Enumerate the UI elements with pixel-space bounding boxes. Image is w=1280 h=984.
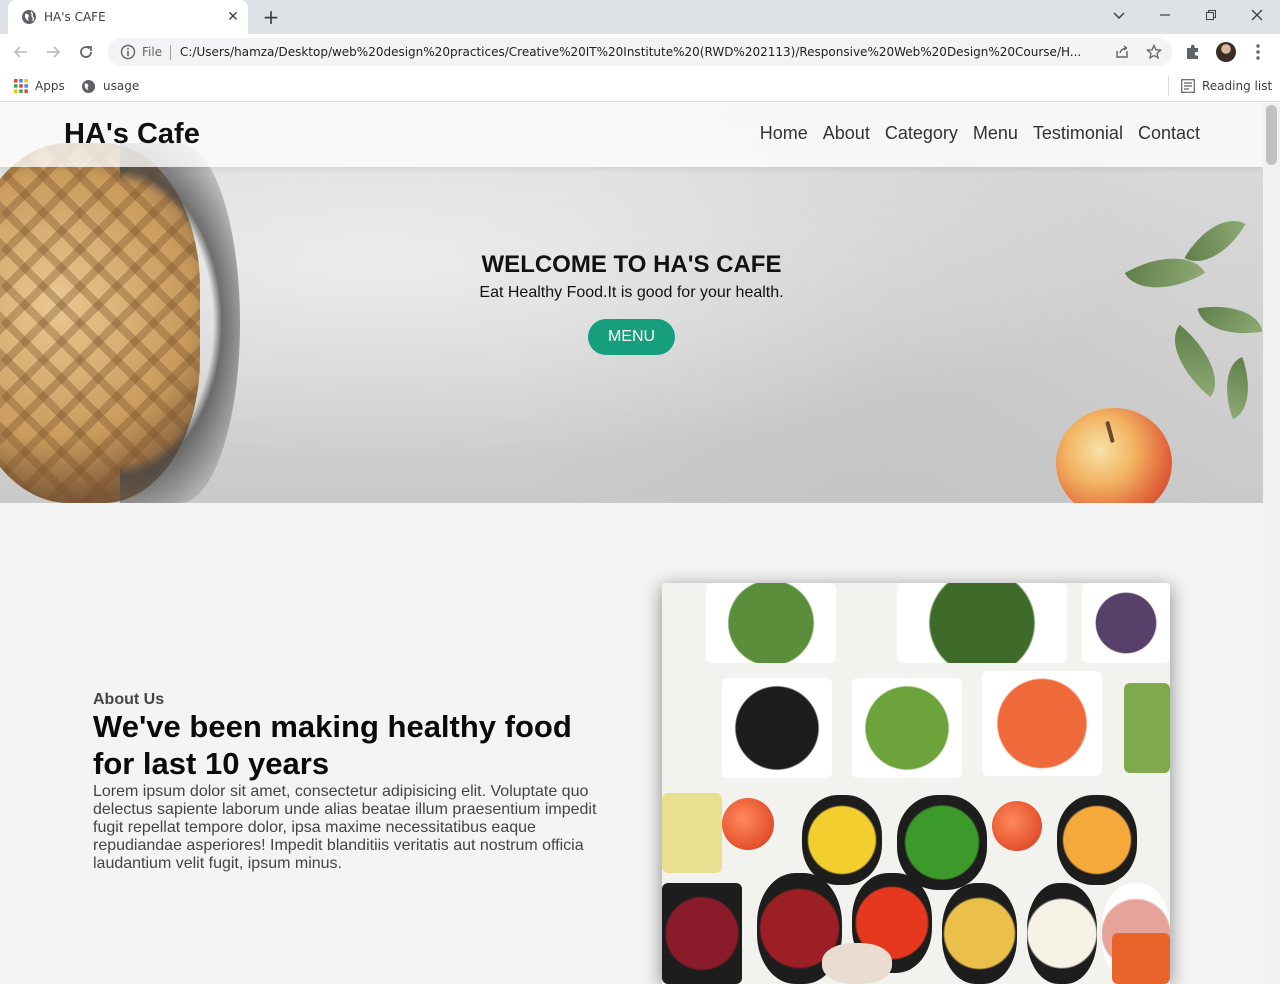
reading-list-icon xyxy=(1181,79,1195,93)
share-icon[interactable] xyxy=(1114,44,1130,60)
about-subtitle: About Us xyxy=(93,691,165,708)
nav-links: Home About Category Menu Testimonial Con… xyxy=(760,123,1200,144)
leaf-image xyxy=(1213,357,1262,419)
reading-list-button[interactable]: Reading list xyxy=(1181,77,1272,95)
bookmarks-bar: Apps usage Reading list xyxy=(0,70,1280,102)
hero-text: WELCOME TO HA'S CAFE Eat Healthy Food.It… xyxy=(0,251,1263,302)
leaf-image xyxy=(1197,298,1263,342)
vertical-scrollbar[interactable] xyxy=(1263,103,1280,984)
bookmark-apps-label: Apps xyxy=(35,79,65,93)
menu-button[interactable]: MENU xyxy=(588,319,675,355)
url-text[interactable]: C:/Users/hamza/Desktop/web%20design%20pr… xyxy=(180,45,1120,59)
bookmarks-divider xyxy=(1168,76,1169,96)
browser-tab[interactable]: HA's CAFE ✕ xyxy=(8,0,248,34)
file-label: File xyxy=(142,45,163,59)
about-title: We've been making healthy food for last … xyxy=(93,709,572,781)
profile-avatar[interactable] xyxy=(1216,42,1236,62)
reload-icon[interactable] xyxy=(73,40,99,64)
hero-title: WELCOME TO HA'S CAFE xyxy=(481,251,782,278)
nav-link-contact[interactable]: Contact xyxy=(1138,123,1200,144)
globe-icon xyxy=(81,79,96,93)
hero-section: HA's Cafe Home About Category Menu Testi… xyxy=(0,103,1263,503)
close-tab-icon[interactable]: ✕ xyxy=(224,8,242,26)
nav-link-home[interactable]: Home xyxy=(760,123,808,144)
tab-title: HA's CAFE xyxy=(44,10,106,24)
bookmark-star-icon[interactable] xyxy=(1146,44,1162,60)
back-arrow-icon[interactable] xyxy=(8,40,34,64)
omnibox-divider xyxy=(170,45,171,60)
reading-list-label: Reading list xyxy=(1202,79,1273,93)
nav-link-menu[interactable]: Menu xyxy=(973,123,1018,144)
site-navbar: HA's Cafe Home About Category Menu Testi… xyxy=(0,103,1263,167)
bookmark-usage-label: usage xyxy=(103,79,140,93)
bookmark-apps[interactable]: Apps xyxy=(14,77,65,95)
info-icon[interactable] xyxy=(120,44,136,60)
minimize-icon[interactable] xyxy=(1152,4,1178,26)
new-tab-icon[interactable]: + xyxy=(260,6,282,28)
browser-toolbar: File C:/Users/hamza/Desktop/web%20design… xyxy=(0,34,1280,70)
nav-link-testimonial[interactable]: Testimonial xyxy=(1033,123,1123,144)
forward-arrow-icon[interactable] xyxy=(40,40,66,64)
nav-link-category[interactable]: Category xyxy=(885,123,958,144)
hero-subtitle: Eat Healthy Food.It is good for your hea… xyxy=(479,284,784,301)
tab-search-icon[interactable] xyxy=(1106,4,1132,26)
page-viewport: HA's Cafe Home About Category Menu Testi… xyxy=(0,103,1280,984)
site-logo[interactable]: HA's Cafe xyxy=(64,118,200,151)
scrollbar-thumb[interactable] xyxy=(1266,105,1277,165)
address-bar[interactable]: File C:/Users/hamza/Desktop/web%20design… xyxy=(108,38,1172,66)
globe-icon xyxy=(22,10,36,24)
pan-image xyxy=(120,143,240,503)
nav-link-about[interactable]: About xyxy=(823,123,870,144)
bookmark-usage[interactable]: usage xyxy=(81,77,139,95)
apps-grid-icon xyxy=(14,79,28,93)
more-menu-icon[interactable] xyxy=(1250,40,1266,64)
leaf-image xyxy=(1156,324,1234,398)
close-window-icon[interactable] xyxy=(1244,4,1270,26)
healthy-food-image xyxy=(662,583,1170,984)
about-text: Lorem ipsum dolor sit amet, consectetur … xyxy=(93,783,597,872)
tab-strip: HA's CAFE ✕ + xyxy=(0,0,1280,34)
apple-image xyxy=(1056,408,1172,503)
extensions-puzzle-icon[interactable] xyxy=(1183,42,1203,62)
restore-icon[interactable] xyxy=(1198,4,1224,26)
